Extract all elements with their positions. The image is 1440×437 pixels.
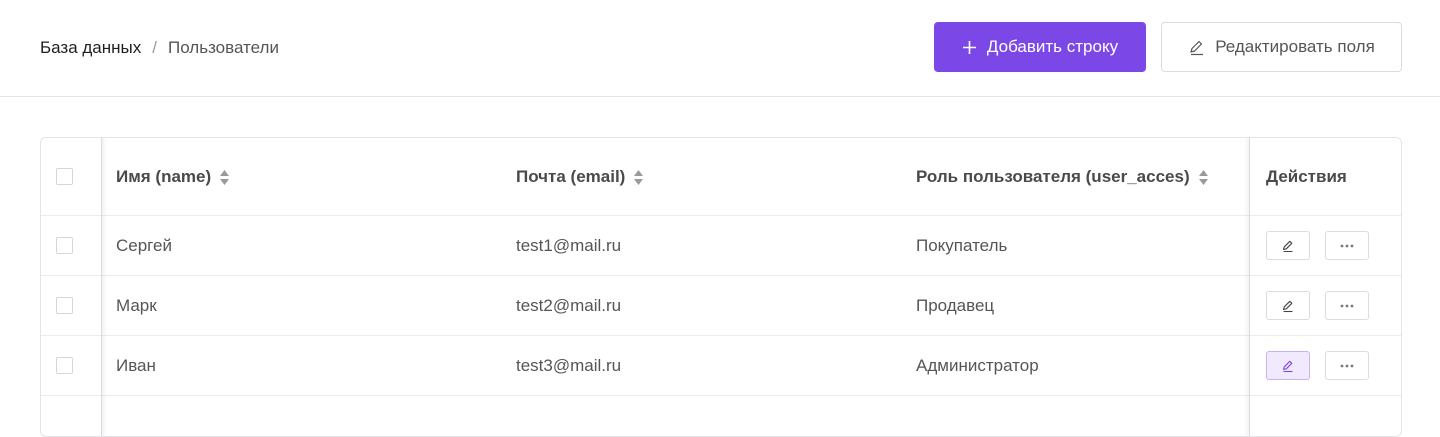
edit-row-button[interactable]	[1266, 351, 1310, 380]
row-checkbox[interactable]	[56, 237, 73, 254]
column-header-label: Действия	[1266, 167, 1347, 186]
cell-name: Сергей	[116, 236, 172, 255]
pencil-icon	[1282, 240, 1293, 252]
cell-role: Администратор	[916, 356, 1039, 375]
edit-fields-button[interactable]: Редактировать поля	[1161, 22, 1402, 72]
edit-fields-label: Редактировать поля	[1215, 37, 1375, 56]
more-dots-icon	[1340, 364, 1354, 367]
more-actions-button[interactable]	[1325, 291, 1369, 320]
column-header-name[interactable]: Имя (name)	[116, 165, 230, 189]
row-checkbox[interactable]	[56, 357, 73, 374]
breadcrumb: База данных / Пользователи	[40, 37, 279, 59]
sticky-column-shadow-left	[101, 138, 107, 436]
cell-role: Продавец	[916, 296, 995, 315]
users-table: Имя (name) Почта (email) Роль пользовате…	[40, 137, 1402, 437]
table-row: Иван test3@mail.ru Администратор	[41, 336, 1401, 396]
pencil-icon	[1282, 360, 1293, 372]
cell-email: test2@mail.ru	[516, 296, 622, 315]
sort-icon[interactable]	[219, 169, 230, 186]
column-header-email[interactable]: Почта (email)	[516, 165, 644, 189]
column-header-label: Роль пользователя (user_acces)	[916, 167, 1190, 186]
cell-role: Покупатель	[916, 236, 1008, 255]
edit-row-button[interactable]	[1266, 291, 1310, 320]
cell-name: Марк	[116, 296, 157, 315]
page-header: База данных / Пользователи Добавить стро…	[0, 0, 1440, 97]
sticky-column-shadow-right	[1244, 138, 1250, 436]
table-header-row: Имя (name) Почта (email) Роль пользовате…	[41, 138, 1401, 216]
table-row: Марк test2@mail.ru Продавец	[41, 276, 1401, 336]
plus-icon	[962, 40, 976, 54]
cell-name: Иван	[116, 356, 156, 375]
column-header-label: Имя (name)	[116, 167, 212, 186]
sort-icon[interactable]	[633, 169, 644, 186]
column-header-role[interactable]: Роль пользователя (user_acces)	[916, 165, 1209, 189]
column-header-actions: Действия	[1266, 165, 1347, 189]
row-checkbox[interactable]	[56, 297, 73, 314]
column-header-label: Почта (email)	[516, 167, 626, 186]
select-all-checkbox[interactable]	[56, 168, 73, 185]
add-row-label: Добавить строку	[986, 37, 1119, 56]
more-dots-icon	[1340, 244, 1354, 247]
breadcrumb-separator: /	[152, 38, 157, 57]
pencil-icon	[1190, 40, 1204, 55]
breadcrumb-root[interactable]: База данных	[40, 38, 141, 58]
more-actions-button[interactable]	[1325, 351, 1369, 380]
table-row: Сергей test1@mail.ru Покупатель	[41, 216, 1401, 276]
cell-email: test1@mail.ru	[516, 236, 622, 255]
add-row-button[interactable]: Добавить строку	[934, 22, 1146, 72]
pencil-icon	[1282, 300, 1293, 312]
edit-row-button[interactable]	[1266, 231, 1310, 260]
sort-icon[interactable]	[1198, 169, 1209, 186]
more-dots-icon	[1340, 304, 1354, 307]
breadcrumb-current: Пользователи	[168, 38, 279, 57]
more-actions-button[interactable]	[1325, 231, 1369, 260]
cell-email: test3@mail.ru	[516, 356, 622, 375]
